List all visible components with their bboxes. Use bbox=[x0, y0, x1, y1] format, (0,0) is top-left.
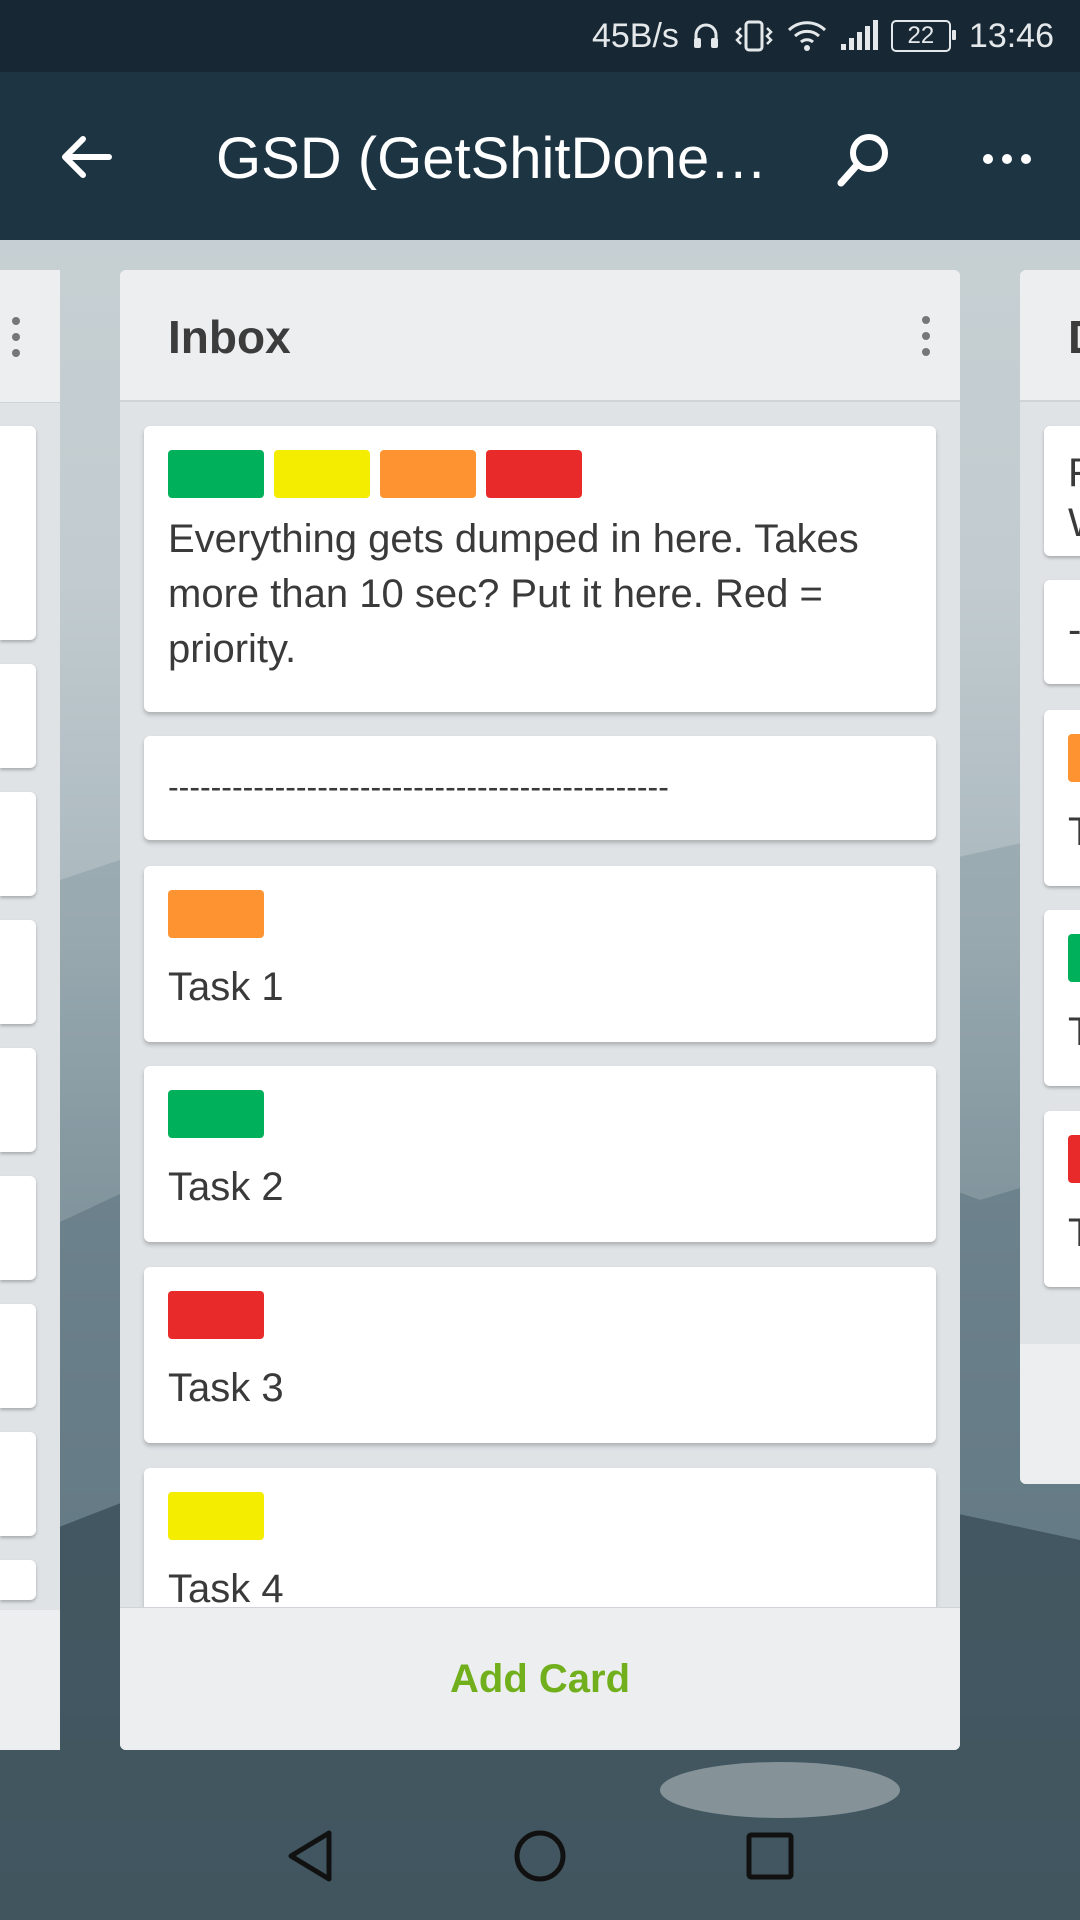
label-red bbox=[486, 450, 582, 498]
headset-icon bbox=[691, 21, 721, 51]
status-bar: 45B/s 22 13:46 bbox=[0, 0, 1080, 72]
list-item[interactable] bbox=[0, 1560, 36, 1600]
list-item[interactable] bbox=[0, 1432, 36, 1536]
label-red bbox=[168, 1291, 264, 1339]
label-orange bbox=[168, 890, 264, 938]
card-title: Task 2 bbox=[168, 1165, 284, 1209]
nav-home-button[interactable] bbox=[510, 1826, 570, 1886]
signal-icon bbox=[839, 20, 879, 52]
card-labels bbox=[168, 450, 912, 498]
previous-list[interactable] bbox=[0, 270, 60, 1750]
card-title: F W bbox=[1068, 448, 1080, 548]
more-options-button[interactable] bbox=[972, 124, 1042, 194]
list-menu-button[interactable] bbox=[906, 314, 946, 358]
card-title: Task 1 bbox=[168, 965, 284, 1009]
nav-recents-button[interactable] bbox=[740, 1826, 800, 1886]
list-item[interactable] bbox=[0, 664, 36, 768]
card-title: T bbox=[1068, 1010, 1080, 1055]
list-item[interactable] bbox=[0, 1176, 36, 1280]
card-title: Task 3 bbox=[168, 1366, 284, 1410]
nav-back-button[interactable] bbox=[280, 1826, 340, 1886]
card-task-3[interactable]: Task 3 bbox=[144, 1267, 936, 1443]
list-item[interactable]: T bbox=[1044, 710, 1080, 886]
label-green bbox=[168, 1090, 264, 1138]
list-inbox: Inbox Everything gets dumped in here. Ta… bbox=[120, 270, 960, 1750]
next-list-title: D bbox=[1068, 310, 1080, 364]
board-title: GSD (GetShitDone) ... bbox=[216, 126, 786, 191]
label-red bbox=[1068, 1135, 1080, 1183]
previous-list-header bbox=[0, 270, 60, 403]
card-labels bbox=[168, 1090, 912, 1138]
more-horizontal-icon bbox=[983, 154, 1031, 164]
next-list-header: D bbox=[1020, 270, 1080, 402]
more-vertical-icon bbox=[922, 316, 930, 356]
card-labels bbox=[168, 890, 912, 938]
next-list-footer[interactable] bbox=[1020, 1344, 1080, 1484]
list-item[interactable]: - bbox=[1044, 580, 1080, 684]
card-divider[interactable]: ----------------------------------------… bbox=[144, 736, 936, 840]
vibrate-icon bbox=[733, 20, 775, 52]
card-title: T bbox=[1068, 1211, 1080, 1256]
list-item[interactable] bbox=[0, 1304, 36, 1408]
back-button[interactable] bbox=[50, 122, 120, 192]
list-item[interactable] bbox=[0, 1048, 36, 1152]
arrow-left-icon bbox=[62, 136, 112, 178]
battery-icon: 22 bbox=[890, 20, 956, 52]
card-labels bbox=[168, 1291, 912, 1339]
battery-level: 22 bbox=[907, 22, 935, 49]
search-button[interactable] bbox=[830, 124, 900, 194]
home-circle-icon bbox=[514, 1830, 566, 1882]
clock: 13:46 bbox=[968, 16, 1054, 55]
list-item[interactable]: T bbox=[1044, 1111, 1080, 1287]
label-yellow bbox=[274, 450, 370, 498]
list-header: Inbox bbox=[120, 270, 960, 402]
card-labels bbox=[168, 1492, 912, 1540]
card-title: Everything gets dumped in here. Takes mo… bbox=[168, 517, 859, 671]
label-orange bbox=[1068, 734, 1080, 782]
label-green bbox=[1068, 934, 1080, 982]
more-vertical-icon[interactable] bbox=[10, 316, 22, 358]
list-title[interactable]: Inbox bbox=[168, 310, 291, 364]
list-item[interactable]: T bbox=[1044, 910, 1080, 1086]
add-card-button[interactable]: Add Card bbox=[120, 1607, 960, 1750]
card-title: ----------------------------------------… bbox=[168, 769, 669, 805]
list-item[interactable] bbox=[0, 426, 36, 640]
network-speed: 45B/s bbox=[591, 16, 679, 55]
wifi-icon bbox=[787, 20, 827, 52]
next-list[interactable]: D F W - T T T bbox=[1020, 270, 1080, 1484]
label-orange bbox=[380, 450, 476, 498]
card-task-1[interactable]: Task 1 bbox=[144, 866, 936, 1042]
list-item[interactable]: F W bbox=[1044, 426, 1080, 556]
list-item[interactable] bbox=[0, 792, 36, 896]
card-inbox-description[interactable]: Everything gets dumped in here. Takes mo… bbox=[144, 426, 936, 712]
search-icon bbox=[837, 134, 888, 187]
back-triangle-icon bbox=[288, 1830, 332, 1882]
card-title: - bbox=[1068, 608, 1080, 652]
recents-square-icon bbox=[746, 1832, 794, 1880]
previous-list-footer[interactable] bbox=[0, 1610, 60, 1750]
card-title: T bbox=[1068, 810, 1080, 855]
label-green bbox=[168, 450, 264, 498]
card-task-2[interactable]: Task 2 bbox=[144, 1066, 936, 1242]
system-navigation-bar bbox=[0, 1792, 1080, 1920]
list-item[interactable] bbox=[0, 920, 36, 1024]
app-bar: GSD (GetShitDone) ... bbox=[0, 72, 1080, 240]
label-yellow bbox=[168, 1492, 264, 1540]
